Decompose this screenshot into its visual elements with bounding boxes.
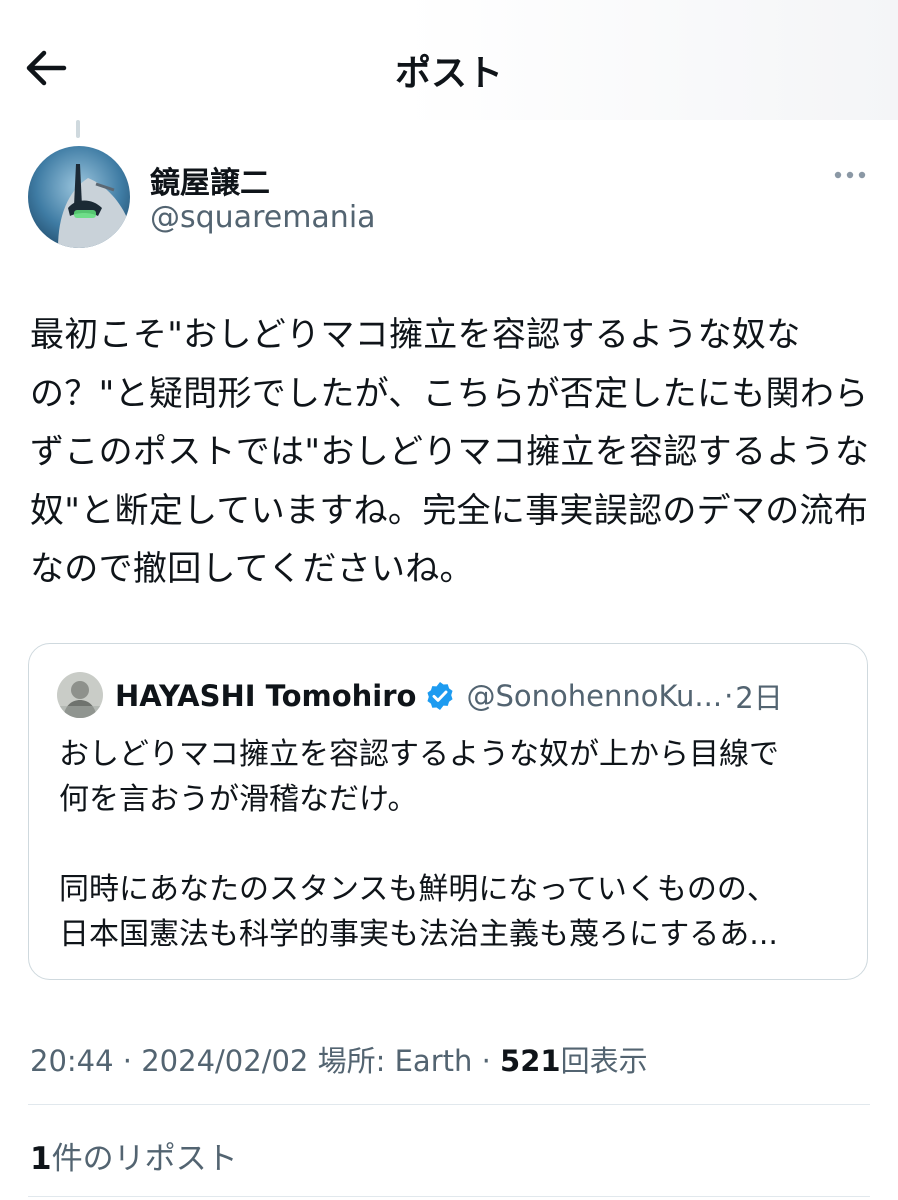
separator-dot: · (724, 679, 734, 713)
repost-label: 件のリポスト (51, 1141, 238, 1177)
avatar-image (28, 146, 130, 248)
post-meta: 20:44 · 2024/02/02 場所: Earth · 521回表示 (30, 1038, 648, 1080)
quoted-author-name[interactable]: HAYASHI Tomohiro (115, 679, 416, 713)
author-name[interactable]: 鏡屋譲二 (150, 158, 270, 202)
separator-dot: · (481, 1044, 491, 1078)
more-horizontal-icon (834, 171, 866, 179)
views-label: 回表示 (560, 1044, 648, 1078)
page-title: ポスト (394, 53, 503, 94)
repost-count: 1 (30, 1141, 52, 1177)
views-count: 521 (500, 1044, 561, 1078)
post-date[interactable]: 2024/02/02 (141, 1044, 308, 1078)
quoted-post-time[interactable]: 2日 (735, 675, 782, 717)
author-handle[interactable]: @squaremania (150, 200, 376, 235)
quoted-post-card[interactable]: HAYASHI Tomohiro @SonohennoKu... · 2日 おし… (28, 643, 868, 980)
divider (28, 1104, 870, 1105)
post-time[interactable]: 20:44 (30, 1044, 114, 1078)
separator-dot: · (122, 1044, 133, 1078)
avatar-image (57, 672, 103, 718)
post-text: 最初こそ"おしどりマコ擁立を容認するような奴なの？"と疑問形でしたが、こちらが否… (30, 315, 870, 589)
more-options-button[interactable] (830, 160, 870, 190)
quoted-post-text: おしどりマコ擁立を容認するような奴が上から目線で 何を言おうが滑稽なだけ。 同時… (59, 737, 779, 952)
post-location: 場所: Earth (317, 1044, 473, 1078)
author-avatar[interactable] (28, 146, 130, 248)
quoted-author-handle[interactable]: @SonohennoKu... (466, 679, 722, 713)
quoted-author-avatar[interactable] (57, 672, 103, 718)
verified-badge-icon (427, 682, 454, 710)
quoted-post-header: HAYASHI Tomohiro @SonohennoKu... · 2日 (115, 676, 855, 716)
reposts-link[interactable]: 1件のリポスト (30, 1133, 238, 1178)
divider (28, 1196, 870, 1197)
thread-connector-line (76, 120, 80, 138)
top-bar: ポスト (0, 0, 898, 120)
